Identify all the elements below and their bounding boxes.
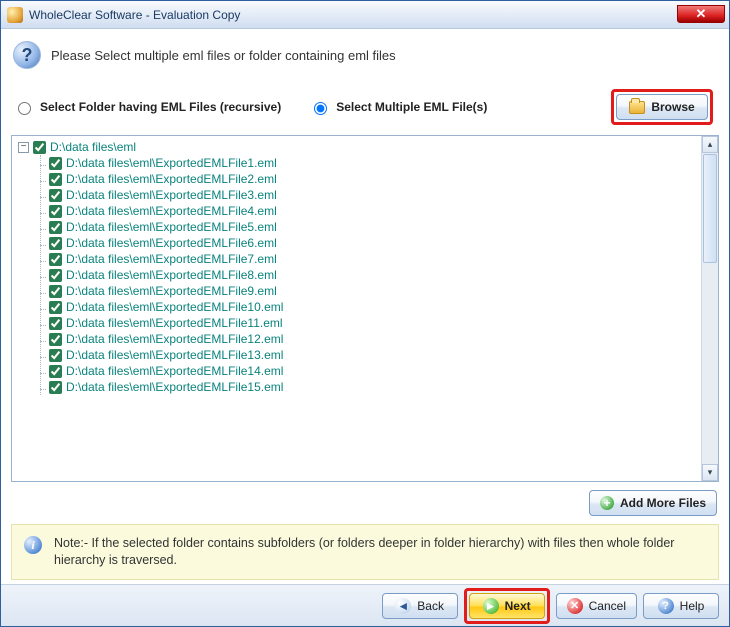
file-checkbox[interactable]	[49, 301, 62, 314]
window-title: WholeClear Software - Evaluation Copy	[29, 8, 671, 22]
tree-root-label[interactable]: D:\data files\eml	[50, 140, 136, 154]
file-row[interactable]: D:\data files\eml\ExportedEMLFile1.eml	[41, 155, 701, 171]
next-highlight: ► Next	[464, 588, 550, 624]
file-label[interactable]: D:\data files\eml\ExportedEMLFile8.eml	[66, 268, 277, 282]
file-label[interactable]: D:\data files\eml\ExportedEMLFile4.eml	[66, 204, 277, 218]
file-row[interactable]: D:\data files\eml\ExportedEMLFile5.eml	[41, 219, 701, 235]
cancel-button[interactable]: ✕ Cancel	[556, 593, 637, 619]
titlebar: WholeClear Software - Evaluation Copy ✕	[1, 1, 729, 29]
next-button-label: Next	[505, 599, 531, 613]
file-row[interactable]: D:\data files\eml\ExportedEMLFile3.eml	[41, 187, 701, 203]
file-row[interactable]: D:\data files\eml\ExportedEMLFile4.eml	[41, 203, 701, 219]
add-more-files-label: Add More Files	[620, 496, 706, 510]
file-checkbox[interactable]	[49, 205, 62, 218]
file-checkbox[interactable]	[49, 253, 62, 266]
file-label[interactable]: D:\data files\eml\ExportedEMLFile9.eml	[66, 284, 277, 298]
file-row[interactable]: D:\data files\eml\ExportedEMLFile9.eml	[41, 283, 701, 299]
add-more-files-button[interactable]: + Add More Files	[589, 490, 717, 516]
back-button-label: Back	[417, 599, 444, 613]
file-label[interactable]: D:\data files\eml\ExportedEMLFile2.eml	[66, 172, 277, 186]
tree-children: D:\data files\eml\ExportedEMLFile1.eml D:…	[40, 155, 701, 395]
file-label[interactable]: D:\data files\eml\ExportedEMLFile3.eml	[66, 188, 277, 202]
file-checkbox[interactable]	[49, 365, 62, 378]
browse-button-label: Browse	[651, 100, 694, 114]
app-window: WholeClear Software - Evaluation Copy ✕ …	[0, 0, 730, 627]
instruction-text: Please Select multiple eml files or fold…	[51, 48, 396, 63]
help-icon: ?	[658, 598, 674, 614]
info-icon: i	[24, 536, 42, 554]
file-label[interactable]: D:\data files\eml\ExportedEMLFile11.eml	[66, 316, 283, 330]
file-tree: − D:\data files\eml D:\data files\eml\Ex…	[11, 135, 719, 482]
file-label[interactable]: D:\data files\eml\ExportedEMLFile10.eml	[66, 300, 283, 314]
file-label[interactable]: D:\data files\eml\ExportedEMLFile15.eml	[66, 380, 283, 394]
wizard-footer: ◄ Back ► Next ✕ Cancel ? Help	[1, 584, 729, 626]
file-row[interactable]: D:\data files\eml\ExportedEMLFile14.eml	[41, 363, 701, 379]
file-checkbox[interactable]	[49, 269, 62, 282]
scroll-thumb[interactable]	[703, 154, 717, 263]
file-row[interactable]: D:\data files\eml\ExportedEMLFile8.eml	[41, 267, 701, 283]
file-row[interactable]: D:\data files\eml\ExportedEMLFile11.eml	[41, 315, 701, 331]
file-checkbox[interactable]	[49, 157, 62, 170]
help-button-label: Help	[680, 599, 705, 613]
cancel-icon: ✕	[567, 598, 583, 614]
file-row[interactable]: D:\data files\eml\ExportedEMLFile12.eml	[41, 331, 701, 347]
file-checkbox[interactable]	[49, 381, 62, 394]
arrow-left-icon: ◄	[395, 598, 411, 614]
add-more-row: + Add More Files	[11, 482, 719, 524]
next-button[interactable]: ► Next	[469, 593, 545, 619]
folder-icon	[629, 101, 645, 114]
file-checkbox[interactable]	[49, 189, 62, 202]
file-row[interactable]: D:\data files\eml\ExportedEMLFile6.eml	[41, 235, 701, 251]
radio-select-multiple-label: Select Multiple EML File(s)	[336, 100, 487, 114]
file-row[interactable]: D:\data files\eml\ExportedEMLFile7.eml	[41, 251, 701, 267]
file-row[interactable]: D:\data files\eml\ExportedEMLFile13.eml	[41, 347, 701, 363]
root-checkbox[interactable]	[33, 141, 46, 154]
file-label[interactable]: D:\data files\eml\ExportedEMLFile13.eml	[66, 348, 283, 362]
file-checkbox[interactable]	[49, 173, 62, 186]
file-label[interactable]: D:\data files\eml\ExportedEMLFile1.eml	[66, 156, 277, 170]
scroll-up-button[interactable]: ▴	[702, 136, 718, 153]
help-button[interactable]: ? Help	[643, 593, 719, 619]
instruction-row: ? Please Select multiple eml files or fo…	[11, 37, 719, 83]
note-panel: i Note:- If the selected folder contains…	[11, 524, 719, 580]
question-icon: ?	[13, 41, 41, 69]
file-label[interactable]: D:\data files\eml\ExportedEMLFile12.eml	[66, 332, 283, 346]
window-controls: ✕	[677, 6, 725, 24]
content-area: ? Please Select multiple eml files or fo…	[1, 29, 729, 584]
cancel-button-label: Cancel	[589, 599, 626, 613]
radio-select-folder[interactable]: Select Folder having EML Files (recursiv…	[13, 99, 281, 115]
note-text: Note:- If the selected folder contains s…	[54, 535, 706, 569]
vertical-scrollbar[interactable]: ▴ ▾	[701, 136, 718, 481]
radio-select-folder-label: Select Folder having EML Files (recursiv…	[40, 100, 281, 114]
arrow-right-icon: ►	[483, 598, 499, 614]
tree-root-row[interactable]: − D:\data files\eml	[18, 140, 701, 154]
file-row[interactable]: D:\data files\eml\ExportedEMLFile15.eml	[41, 379, 701, 395]
file-row[interactable]: D:\data files\eml\ExportedEMLFile2.eml	[41, 171, 701, 187]
file-checkbox[interactable]	[49, 349, 62, 362]
app-icon	[7, 7, 23, 23]
collapse-icon[interactable]: −	[18, 142, 29, 153]
file-checkbox[interactable]	[49, 317, 62, 330]
source-mode-row: Select Folder having EML Files (recursiv…	[11, 83, 719, 135]
file-label[interactable]: D:\data files\eml\ExportedEMLFile14.eml	[66, 364, 283, 378]
file-row[interactable]: D:\data files\eml\ExportedEMLFile10.eml	[41, 299, 701, 315]
file-label[interactable]: D:\data files\eml\ExportedEMLFile5.eml	[66, 220, 277, 234]
browse-button[interactable]: Browse	[616, 94, 708, 120]
browse-highlight: Browse	[611, 89, 713, 125]
radio-select-multiple-input[interactable]	[314, 102, 327, 115]
radio-select-folder-input[interactable]	[18, 102, 31, 115]
file-checkbox[interactable]	[49, 285, 62, 298]
file-label[interactable]: D:\data files\eml\ExportedEMLFile7.eml	[66, 252, 277, 266]
scroll-track[interactable]	[702, 264, 718, 464]
file-checkbox[interactable]	[49, 221, 62, 234]
back-button[interactable]: ◄ Back	[382, 593, 458, 619]
radio-select-multiple[interactable]: Select Multiple EML File(s)	[309, 99, 487, 115]
file-tree-inner: − D:\data files\eml D:\data files\eml\Ex…	[12, 136, 701, 481]
file-checkbox[interactable]	[49, 237, 62, 250]
file-checkbox[interactable]	[49, 333, 62, 346]
scroll-down-button[interactable]: ▾	[702, 464, 718, 481]
file-label[interactable]: D:\data files\eml\ExportedEMLFile6.eml	[66, 236, 277, 250]
close-button[interactable]: ✕	[677, 5, 725, 23]
plus-icon: +	[600, 496, 614, 510]
